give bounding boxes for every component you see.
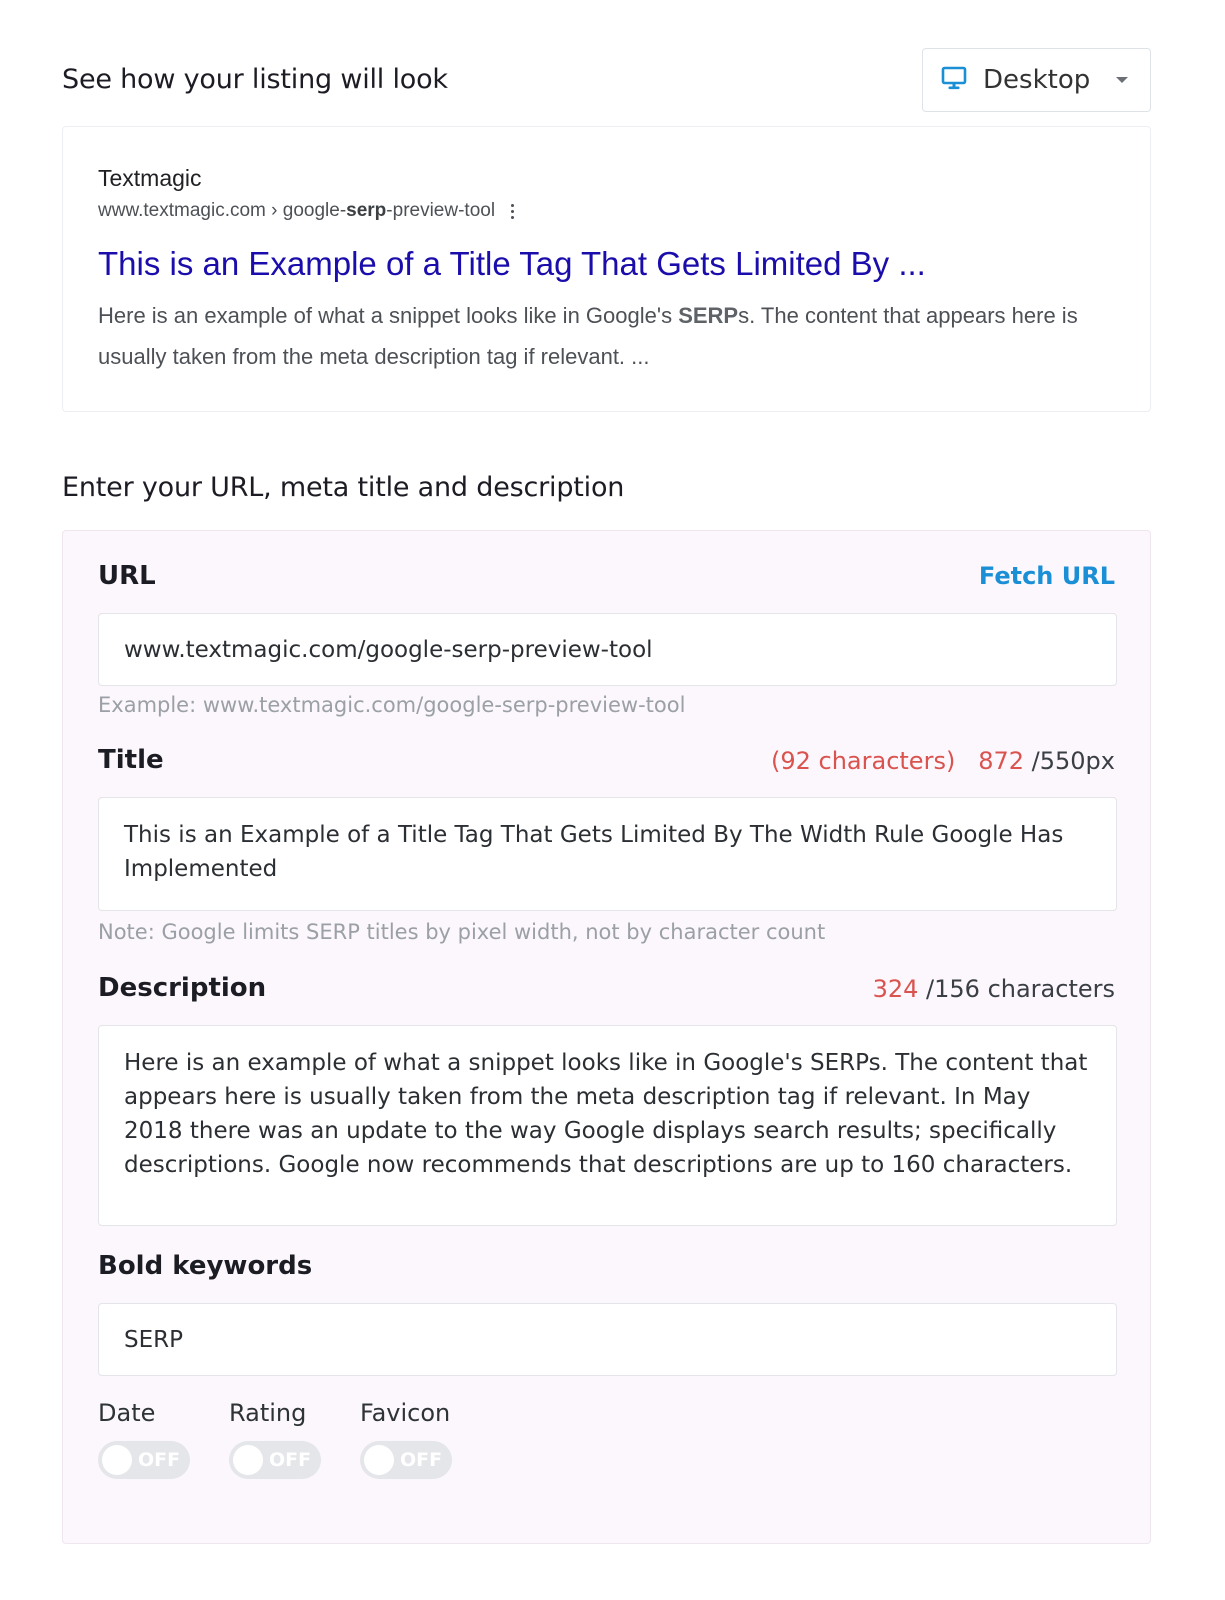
date-toggle[interactable]: OFF xyxy=(98,1441,190,1479)
serp-title[interactable]: This is an Example of a Title Tag That G… xyxy=(98,245,926,283)
toggle-knob xyxy=(233,1445,263,1475)
title-textarea[interactable]: This is an Example of a Title Tag That G… xyxy=(98,797,1117,911)
toggle-state: OFF xyxy=(400,1449,443,1471)
serp-description: Here is an example of what a snippet loo… xyxy=(98,295,1108,377)
date-toggle-label: Date xyxy=(98,1399,156,1427)
title-label: Title xyxy=(98,745,164,775)
toggle-state: OFF xyxy=(269,1449,312,1471)
toggle-knob xyxy=(364,1445,394,1475)
serp-url-domain: www.textmagic.com xyxy=(98,200,266,221)
fetch-url-link[interactable]: Fetch URL xyxy=(979,562,1115,590)
serp-desc-before: Here is an example of what a snippet loo… xyxy=(98,303,679,328)
description-textarea[interactable]: Here is an example of what a snippet loo… xyxy=(98,1025,1117,1226)
description-count-limit: /156 characters xyxy=(926,975,1115,1003)
toggle-group-rating: Rating OFF xyxy=(229,1399,321,1479)
more-options-icon[interactable] xyxy=(511,203,515,219)
serp-url-path-bold: serp xyxy=(346,200,387,221)
preview-header: See how your listing will look Desktop xyxy=(62,48,1151,112)
toggle-group-date: Date OFF xyxy=(98,1399,190,1479)
serp-site-name: Textmagic xyxy=(98,165,202,191)
rating-toggle-label: Rating xyxy=(229,1399,307,1427)
bold-keywords-label: Bold keywords xyxy=(98,1251,313,1281)
serp-url-path-prefix: google- xyxy=(282,200,347,221)
bold-keywords-input[interactable]: SERP xyxy=(98,1303,1117,1376)
form-heading: Enter your URL, meta title and descripti… xyxy=(62,472,625,503)
favicon-toggle[interactable]: OFF xyxy=(360,1441,452,1479)
description-count-current: 324 xyxy=(872,975,919,1003)
url-hint: Example: www.textmagic.com/google-serp-p… xyxy=(98,693,686,717)
preview-heading: See how your listing will look xyxy=(62,64,448,95)
form-heading-wrap: Enter your URL, meta title and descripti… xyxy=(62,472,624,503)
title-px-limit: /550px xyxy=(1031,747,1115,775)
device-select[interactable]: Desktop xyxy=(922,48,1151,112)
url-label: URL xyxy=(98,561,156,591)
device-select-value: Desktop xyxy=(983,65,1091,95)
title-px-current: 872 xyxy=(978,747,1025,775)
serp-breadcrumb-url: www.textmagic.com › google-serp -preview-… xyxy=(98,200,515,222)
toggle-state: OFF xyxy=(138,1449,181,1471)
caret-down-icon xyxy=(1116,77,1128,83)
serp-desc-bold-keyword: SERP xyxy=(678,303,739,328)
title-metrics: (92 characters) 872 /550px xyxy=(771,747,1115,775)
description-metrics: 324 /156 characters xyxy=(873,975,1115,1003)
toggle-group-favicon: Favicon OFF xyxy=(360,1399,452,1479)
serp-form-panel: URL Fetch URL www.textmagic.com/google-s… xyxy=(62,530,1151,1544)
monitor-icon xyxy=(941,65,967,96)
description-label: Description xyxy=(98,973,267,1003)
favicon-toggle-label: Favicon xyxy=(360,1399,451,1427)
toggle-knob xyxy=(102,1445,132,1475)
serp-url-path-suffix: -preview-tool xyxy=(386,200,496,221)
url-input[interactable]: www.textmagic.com/google-serp-preview-to… xyxy=(98,613,1117,686)
title-char-count: (92 characters) xyxy=(770,747,956,775)
rating-toggle[interactable]: OFF xyxy=(229,1441,321,1479)
serp-url-separator: › xyxy=(271,200,278,221)
serp-preview-card: Textmagic www.textmagic.com › google-ser… xyxy=(62,126,1151,412)
title-hint: Note: Google limits SERP titles by pixel… xyxy=(98,920,826,944)
